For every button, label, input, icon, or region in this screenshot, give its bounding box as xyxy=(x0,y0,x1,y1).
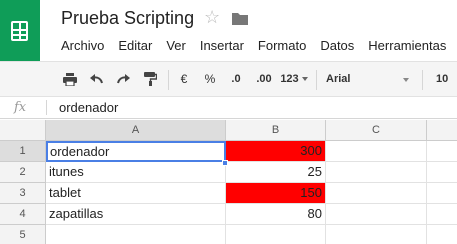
cell-a4[interactable]: zapatillas xyxy=(46,204,226,225)
row-header[interactable]: 3 xyxy=(0,183,46,204)
cell-d3[interactable] xyxy=(427,183,457,204)
menu-formato[interactable]: Formato xyxy=(258,38,306,56)
formula-bar: fx ordenador xyxy=(0,97,457,119)
cell-d2[interactable] xyxy=(427,162,457,183)
cell-b2[interactable]: 25 xyxy=(226,162,326,183)
cell-c5[interactable] xyxy=(326,225,427,244)
more-formats-button[interactable]: 123 xyxy=(279,62,309,96)
column-header-c[interactable]: C xyxy=(326,120,427,141)
folder-icon[interactable] xyxy=(232,12,248,25)
cell-d1[interactable] xyxy=(427,141,457,162)
more-formats-label: 123 xyxy=(280,73,299,85)
column-header-b[interactable]: B xyxy=(226,120,326,141)
cell-d5[interactable] xyxy=(427,225,457,244)
menu-bar: Archivo Editar Ver Insertar Formato Dato… xyxy=(61,38,457,56)
font-family-select[interactable]: Arial xyxy=(326,62,416,96)
document-title[interactable]: Prueba Scripting xyxy=(61,8,194,29)
column-header-d[interactable] xyxy=(427,120,457,141)
select-all-corner[interactable] xyxy=(0,120,46,141)
paint-format-icon[interactable] xyxy=(140,62,160,96)
undo-icon[interactable] xyxy=(86,62,106,96)
font-size-select[interactable]: 10 xyxy=(436,62,448,96)
increase-decimals-button[interactable]: .00 xyxy=(252,62,276,96)
redo-icon[interactable] xyxy=(113,62,133,96)
cell-c1[interactable] xyxy=(326,141,427,162)
row-header[interactable]: 2 xyxy=(0,162,46,183)
cell-b1[interactable]: 300 xyxy=(226,141,326,162)
sheets-logo-icon xyxy=(11,21,28,41)
cell-a2[interactable]: itunes xyxy=(46,162,226,183)
menu-datos[interactable]: Datos xyxy=(320,38,354,56)
currency-button[interactable]: € xyxy=(176,62,192,96)
cell-b5[interactable] xyxy=(226,225,326,244)
menu-herramientas[interactable]: Herramientas xyxy=(368,38,446,56)
font-family-value: Arial xyxy=(326,73,351,85)
menu-editar[interactable]: Editar xyxy=(118,38,152,56)
row-header[interactable]: 1 xyxy=(0,141,46,162)
print-icon[interactable] xyxy=(60,62,80,96)
cell-b3[interactable]: 150 xyxy=(226,183,326,204)
cell-a5[interactable] xyxy=(46,225,226,244)
row-header[interactable]: 4 xyxy=(0,204,46,225)
menu-archivo[interactable]: Archivo xyxy=(61,38,104,56)
percent-button[interactable]: % xyxy=(202,62,218,96)
sheets-logo[interactable] xyxy=(0,0,40,61)
toolbar: € % .0 .00 123 Arial 10 xyxy=(0,61,457,97)
cell-c4[interactable] xyxy=(326,204,427,225)
cell-a3[interactable]: tablet xyxy=(46,183,226,204)
cell-b4[interactable]: 80 xyxy=(226,204,326,225)
row-header[interactable]: 5 xyxy=(0,225,46,244)
column-header-a[interactable]: A xyxy=(46,120,226,141)
fill-handle[interactable] xyxy=(222,160,228,166)
star-icon[interactable]: ☆ xyxy=(204,8,220,26)
cell-d4[interactable] xyxy=(427,204,457,225)
function-icon: fx xyxy=(14,100,27,115)
decrease-decimals-button[interactable]: .0 xyxy=(226,62,246,96)
cell-c3[interactable] xyxy=(326,183,427,204)
cell-a1[interactable]: ordenador xyxy=(46,141,226,162)
formula-input[interactable]: ordenador xyxy=(59,100,118,115)
chevron-down-icon xyxy=(403,78,409,82)
menu-ver[interactable]: Ver xyxy=(166,38,186,56)
chevron-down-icon xyxy=(301,77,308,81)
menu-insertar[interactable]: Insertar xyxy=(200,38,244,56)
cell-c2[interactable] xyxy=(326,162,427,183)
